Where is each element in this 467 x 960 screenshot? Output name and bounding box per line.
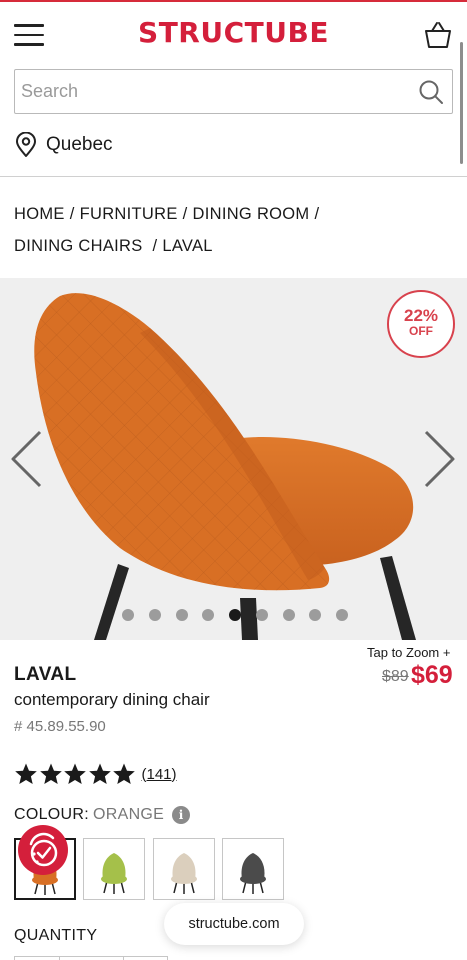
original-price: $89 (382, 668, 409, 685)
star-rating (14, 762, 137, 786)
star-icon (88, 763, 111, 784)
quantity-stepper[interactable] (14, 956, 168, 960)
header-divider (0, 176, 467, 177)
breadcrumb-separator: / (314, 205, 320, 223)
gallery-dot[interactable] (309, 609, 322, 621)
product-name: LAVAL (14, 664, 77, 685)
colour-swatch-lime[interactable] (83, 838, 145, 900)
structube-logo[interactable]: STRUCTUBE (0, 16, 467, 49)
search-icon[interactable] (418, 79, 444, 105)
location-label: Quebec (46, 134, 113, 155)
gallery-pagination-dots (122, 608, 348, 622)
gallery-dot[interactable] (148, 609, 161, 621)
product-description: contemporary dining chair (14, 690, 210, 709)
star-icon (64, 763, 86, 784)
breadcrumb-dining-chairs[interactable]: DINING CHAIRS (14, 237, 143, 255)
breadcrumb-separator: / (152, 237, 158, 255)
breadcrumb-furniture[interactable]: FURNITURE (80, 205, 178, 223)
star-icon (15, 763, 37, 784)
product-rating: (141) (14, 762, 177, 786)
gallery-dot[interactable] (202, 609, 215, 621)
page-scrollbar[interactable] (460, 42, 463, 164)
sale-price: $69 (411, 661, 453, 689)
discount-off-label: OFF (409, 324, 433, 338)
breadcrumb-separator: / (69, 205, 75, 223)
gallery-dot[interactable] (122, 609, 134, 621)
location-pin-icon (16, 132, 36, 157)
search-bar (14, 69, 453, 114)
browser-url-bar[interactable]: structube.com (164, 903, 304, 945)
breadcrumb-home[interactable]: HOME (14, 205, 65, 223)
site-header: STRUCTUBE (0, 2, 467, 64)
star-icon (113, 763, 135, 784)
colour-swatch-beige[interactable] (153, 838, 215, 900)
tap-to-zoom[interactable]: Tap to Zoom + (367, 645, 450, 660)
discount-badge: 22% OFF (387, 290, 455, 358)
gallery-dot[interactable] (336, 609, 348, 621)
colour-value: ORANGE (93, 806, 165, 823)
breadcrumb-laval: LAVAL (162, 237, 213, 255)
breadcrumb: HOME / FURNITURE / DINING ROOM / DINING CHAIRS… (14, 198, 454, 262)
gallery-dot[interactable] (255, 609, 268, 621)
breadcrumb-separator: / (182, 205, 188, 223)
gallery-dot[interactable] (282, 609, 295, 621)
gallery-dot[interactable] (229, 609, 241, 621)
chevron-left-icon[interactable] (8, 428, 44, 490)
chevron-right-icon[interactable] (422, 428, 458, 490)
store-location[interactable]: Quebec (14, 131, 113, 159)
product-sku: # 45.89.55.90 (14, 718, 106, 735)
colour-label: COLOUR: (14, 806, 89, 823)
reviews-count-link[interactable]: (141) (142, 766, 177, 783)
product-image-gallery[interactable]: 22% OFF (0, 278, 467, 640)
basket-icon[interactable] (423, 20, 453, 50)
discount-percent: 22% (403, 306, 439, 325)
breadcrumb-dining-room[interactable]: DINING ROOM (193, 205, 310, 223)
info-icon[interactable]: i (172, 806, 191, 824)
quantity-label: QUANTITY (14, 927, 98, 944)
colour-selector-label: COLOUR: ORANGE i (14, 805, 191, 825)
gallery-dot[interactable] (175, 609, 188, 621)
promo-badge-icon[interactable] (17, 824, 69, 876)
star-icon (39, 763, 62, 784)
colour-swatch-grey[interactable] (222, 838, 284, 900)
search-input[interactable] (15, 70, 405, 112)
